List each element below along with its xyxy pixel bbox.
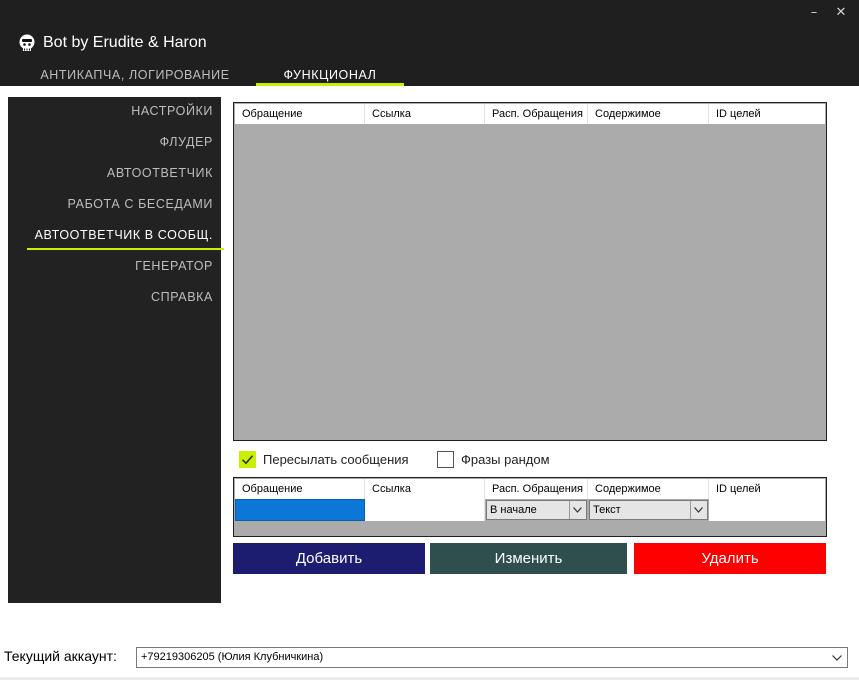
content-select-value: Текст [593,504,621,516]
column-header-position[interactable]: Расп. Обращения [485,104,588,124]
edit-button[interactable]: Изменить [430,543,627,574]
random-phrases-label: Фразы рандом [461,451,550,467]
checkbox-checked-icon[interactable] [239,450,256,468]
random-phrases-checkbox[interactable]: Фразы рандом [437,450,550,468]
chevron-down-icon[interactable] [690,501,706,519]
app-logo-icon [19,34,35,51]
column-header-content[interactable]: Содержимое [588,104,709,124]
column-header-link[interactable]: Ссылка [365,479,485,499]
chevron-down-icon[interactable] [829,648,845,667]
sidebar-item-autoresponder-messages[interactable]: АВТООТВЕТЧИК В СООБЩ. [35,228,213,242]
active-item-indicator [27,248,224,250]
sidebar-item-flooder[interactable]: ФЛУДЕР [160,135,213,149]
chevron-down-icon[interactable] [569,501,585,519]
tab-functional[interactable]: ФУНКЦИОНАЛ [256,66,404,86]
content-select[interactable]: Текст [589,500,708,520]
app-window: – ✕ Bot by Erudite & Haron АНТИКАПЧА, ЛО… [0,0,859,680]
position-select[interactable]: В начале [486,500,587,520]
column-header-link[interactable]: Ссылка [365,104,485,124]
sidebar-item-settings[interactable]: НАСТРОЙКИ [131,104,213,118]
sidebar: НАСТРОЙКИ ФЛУДЕР АВТООТВЕТЧИК РАБОТА С Б… [8,97,224,603]
column-header-address[interactable]: Обращение [235,104,365,124]
close-button[interactable]: ✕ [830,4,852,22]
forward-messages-label: Пересылать сообщения [263,451,409,467]
sidebar-item-generator[interactable]: ГЕНЕРАТОР [135,259,213,273]
rules-table[interactable]: Обращение Ссылка Расп. Обращения Содержи… [233,102,827,441]
account-select-value: +79219306205 (Юлия Клубничкина) [141,651,324,663]
column-header-target-ids[interactable]: ID целей [709,479,825,499]
column-header-target-ids[interactable]: ID целей [709,104,825,124]
new-rule-table[interactable]: Обращение Ссылка Расп. Обращения Содержи… [233,477,827,537]
minimize-button[interactable]: – [803,4,825,22]
checkbox-unchecked-icon[interactable] [437,450,454,468]
new-rule-table-header: Обращение Ссылка Расп. Обращения Содержи… [235,479,825,499]
rules-table-header: Обращение Ссылка Расп. Обращения Содержи… [235,104,825,124]
column-header-position[interactable]: Расп. Обращения [485,479,588,499]
title-bar: – ✕ Bot by Erudite & Haron АНТИКАПЧА, ЛО… [0,0,859,86]
link-cell[interactable] [365,499,485,521]
position-select-value: В начале [490,504,537,516]
sidebar-item-help[interactable]: СПРАВКА [151,290,213,304]
add-button[interactable]: Добавить [233,543,425,574]
tab-anticaptcha-logging[interactable]: АНТИКАПЧА, ЛОГИРОВАНИЕ [30,66,240,86]
column-header-content[interactable]: Содержимое [588,479,709,499]
current-account-label: Текущий аккаунт: [4,648,117,664]
app-title: Bot by Erudite & Haron [43,34,207,51]
sidebar-item-autoresponder[interactable]: АВТООТВЕТЧИК [107,166,213,180]
target-ids-cell[interactable] [709,499,825,521]
sidebar-item-conversations[interactable]: РАБОТА С БЕСЕДАМИ [68,197,213,211]
forward-messages-checkbox[interactable]: Пересылать сообщения [239,450,409,468]
column-header-address[interactable]: Обращение [235,479,365,499]
address-cell[interactable] [235,499,365,521]
delete-button[interactable]: Удалить [634,543,826,574]
account-select[interactable]: +79219306205 (Юлия Клубничкина) [136,647,848,668]
new-rule-row: В начале Текст [235,499,825,521]
